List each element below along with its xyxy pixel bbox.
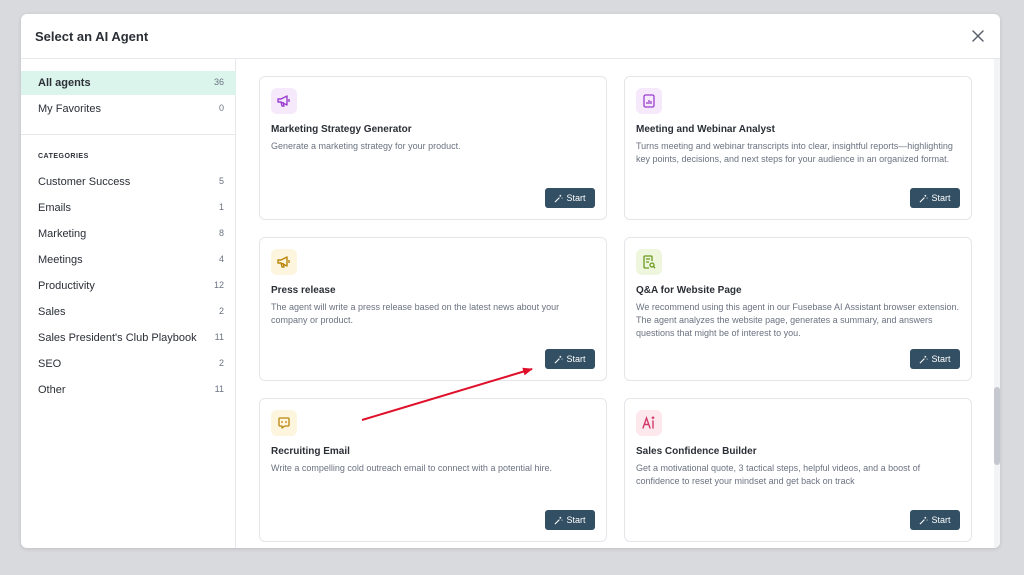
- document-search-icon: [636, 249, 662, 275]
- sidebar-item-count: 1: [218, 202, 224, 212]
- agent-card[interactable]: Sales Confidence Builder Get a motivatio…: [624, 398, 972, 542]
- start-label: Start: [566, 354, 586, 364]
- modal-title: Select an AI Agent: [35, 29, 149, 44]
- sidebar-item-label: Meetings: [38, 254, 83, 266]
- chat-sparkle-icon: [271, 410, 297, 436]
- sidebar-item-count: 11: [214, 332, 224, 342]
- agent-title: Q&A for Website Page: [636, 285, 742, 296]
- sidebar: All agents 36 My Favorites 0 CATEGORIES …: [21, 59, 236, 548]
- sidebar-item-label: SEO: [38, 358, 62, 370]
- sidebar-item-meetings[interactable]: Meetings 4: [21, 248, 236, 272]
- magic-wand-icon: [555, 194, 564, 202]
- sidebar-item-count: 12: [213, 280, 224, 290]
- agent-description: Write a compelling cold outreach email t…: [271, 463, 552, 473]
- sidebar-item-marketing[interactable]: Marketing 8: [21, 222, 236, 246]
- agent-description: The agent will write a press release bas…: [271, 302, 560, 325]
- sidebar-item-label: Other: [38, 384, 66, 396]
- agent-title: Marketing Strategy Generator: [271, 124, 412, 135]
- ai-text-icon: [636, 410, 662, 436]
- sidebar-item-label: Customer Success: [38, 176, 131, 188]
- sidebar-item-productivity[interactable]: Productivity 12: [21, 274, 236, 298]
- sidebar-item-count: 36: [213, 77, 224, 87]
- close-icon[interactable]: [970, 28, 986, 44]
- sidebar-item-other[interactable]: Other 11: [21, 378, 236, 402]
- sidebar-item-emails[interactable]: Emails 1: [21, 196, 236, 220]
- sidebar-item-label: Productivity: [38, 280, 95, 292]
- content-scrollbar[interactable]: [994, 59, 1000, 548]
- agent-grid: Marketing Strategy Generator Generate a …: [237, 59, 1000, 548]
- megaphone-icon: [271, 88, 297, 114]
- start-button[interactable]: Start: [545, 349, 595, 369]
- start-button[interactable]: Start: [545, 510, 595, 530]
- sidebar-item-count: 2: [218, 306, 224, 316]
- sidebar-item-my-favorites[interactable]: My Favorites 0: [21, 97, 236, 121]
- agent-title: Press release: [271, 285, 336, 296]
- sidebar-item-label: Sales: [38, 306, 66, 318]
- sidebar-item-customer-success[interactable]: Customer Success 5: [21, 170, 236, 194]
- sidebar-divider: [21, 134, 236, 135]
- start-button[interactable]: Start: [545, 188, 595, 208]
- agent-title: Sales Confidence Builder: [636, 446, 757, 457]
- sidebar-item-count: 4: [218, 254, 224, 264]
- sidebar-item-sales-presidents-club-playbook[interactable]: Sales President's Club Playbook 11: [21, 326, 236, 350]
- start-label: Start: [566, 193, 586, 203]
- magic-wand-icon: [920, 194, 929, 202]
- agent-title: Recruiting Email: [271, 446, 350, 457]
- sidebar-item-label: All agents: [38, 77, 91, 89]
- start-button[interactable]: Start: [910, 349, 960, 369]
- sidebar-item-count: 0: [218, 103, 224, 113]
- sidebar-item-label: My Favorites: [38, 103, 101, 115]
- magic-wand-icon: [555, 355, 564, 363]
- sidebar-item-label: Marketing: [38, 228, 87, 240]
- categories-heading: CATEGORIES: [38, 153, 89, 160]
- modal-header: Select an AI Agent: [21, 14, 1000, 59]
- report-chart-icon: [636, 88, 662, 114]
- agent-description: Generate a marketing strategy for your p…: [271, 141, 461, 151]
- agent-description: Turns meeting and webinar transcripts in…: [636, 141, 953, 164]
- magic-wand-icon: [920, 516, 929, 524]
- scrollbar-thumb[interactable]: [994, 387, 1000, 465]
- start-button[interactable]: Start: [910, 188, 960, 208]
- start-label: Start: [566, 515, 586, 525]
- sidebar-item-label: Emails: [38, 202, 72, 214]
- sidebar-item-count: 2: [218, 358, 224, 368]
- agent-card[interactable]: Press release The agent will write a pre…: [259, 237, 607, 381]
- agent-card[interactable]: Marketing Strategy Generator Generate a …: [259, 76, 607, 220]
- agent-card[interactable]: Q&A for Website Page We recommend using …: [624, 237, 972, 381]
- sidebar-item-all-agents[interactable]: All agents 36: [21, 71, 236, 95]
- start-label: Start: [931, 193, 951, 203]
- start-button[interactable]: Start: [910, 510, 960, 530]
- start-label: Start: [931, 515, 951, 525]
- megaphone-icon: [271, 249, 297, 275]
- sidebar-item-count: 8: [218, 228, 224, 238]
- agent-description: We recommend using this agent in our Fus…: [636, 302, 960, 338]
- magic-wand-icon: [555, 516, 564, 524]
- sidebar-item-label: Sales President's Club Playbook: [38, 332, 197, 344]
- agent-card[interactable]: Recruiting Email Write a compelling cold…: [259, 398, 607, 542]
- start-label: Start: [931, 354, 951, 364]
- agent-description: Get a motivational quote, 3 tactical ste…: [636, 463, 921, 486]
- magic-wand-icon: [920, 355, 929, 363]
- sidebar-item-count: 5: [218, 176, 224, 186]
- sidebar-item-sales[interactable]: Sales 2: [21, 300, 236, 324]
- sidebar-item-count: 11: [214, 384, 224, 394]
- sidebar-item-seo[interactable]: SEO 2: [21, 352, 236, 376]
- select-agent-modal: Select an AI Agent All agents 36 My Favo…: [21, 14, 1000, 548]
- agent-card[interactable]: Meeting and Webinar Analyst Turns meetin…: [624, 76, 972, 220]
- agent-title: Meeting and Webinar Analyst: [636, 124, 775, 135]
